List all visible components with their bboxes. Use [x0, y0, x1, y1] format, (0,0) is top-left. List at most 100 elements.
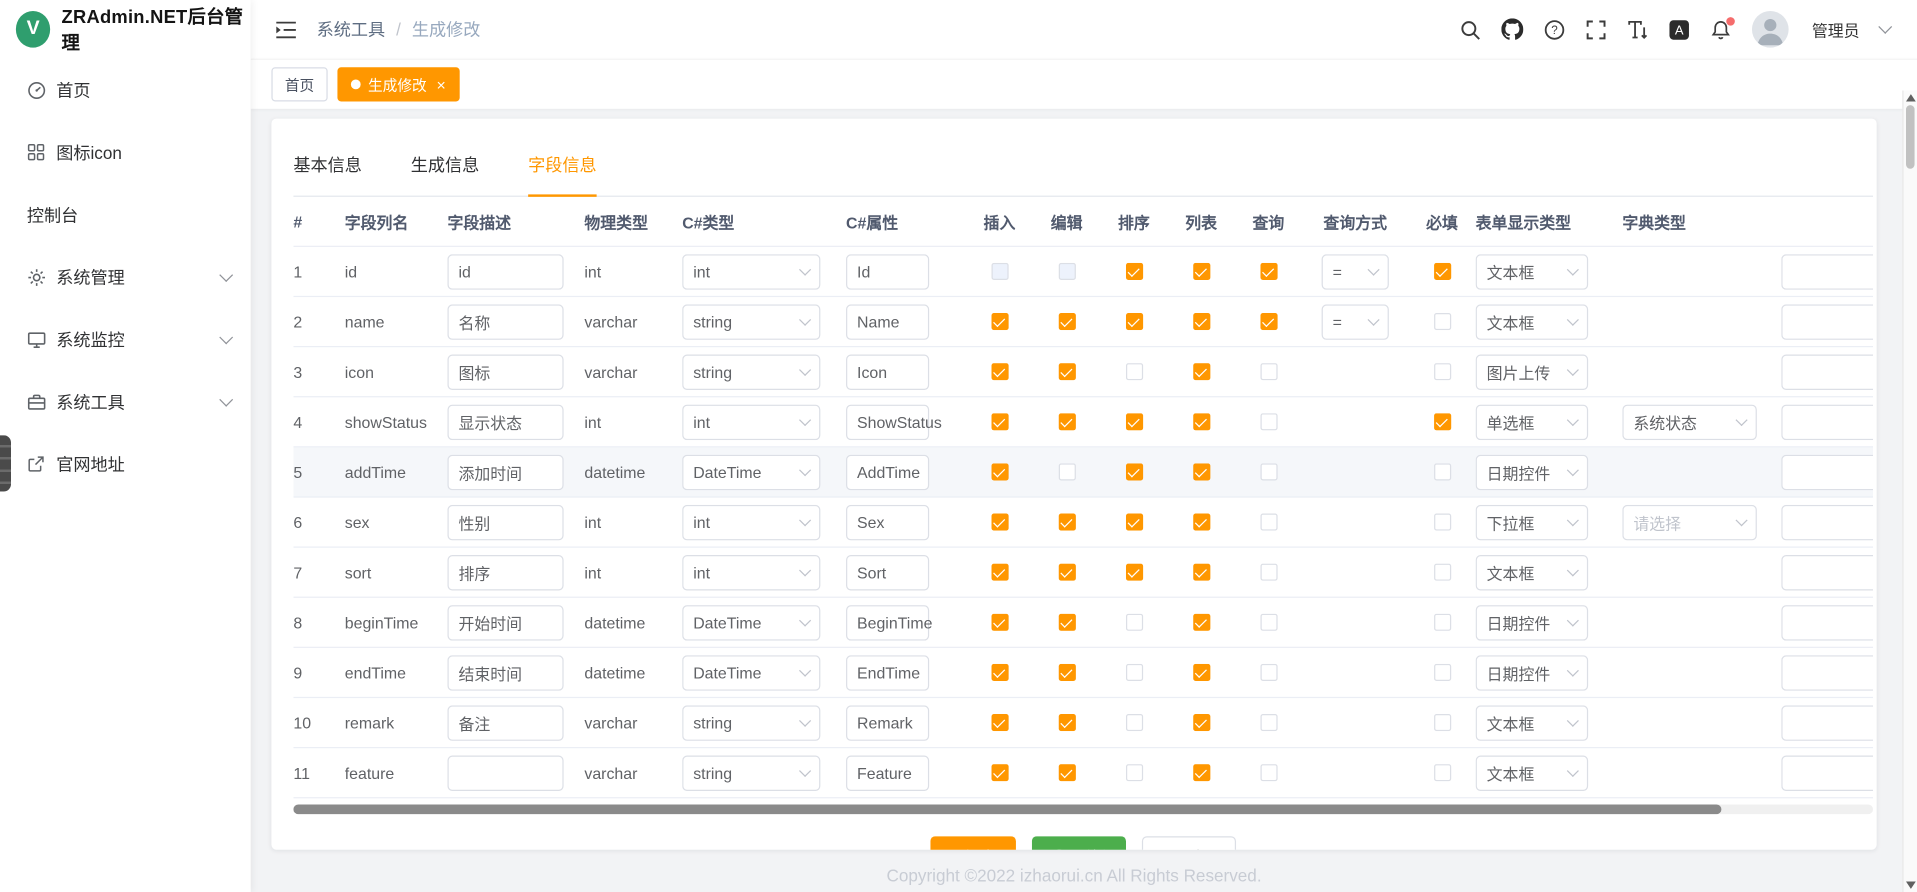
close-tag-icon[interactable]: ×	[436, 76, 445, 92]
display-type-select[interactable]: 日期控件	[1476, 605, 1588, 640]
refresh-button[interactable]: 刷新	[1032, 836, 1126, 849]
collapse-sidebar-icon[interactable]	[275, 20, 297, 38]
edit-checkbox[interactable]	[1058, 764, 1075, 781]
csharp-type-select[interactable]: int	[682, 404, 820, 439]
back-button[interactable]: 返回	[1142, 836, 1236, 849]
breadcrumb-item[interactable]: 系统工具	[317, 17, 385, 41]
csharp-type-select[interactable]: string	[682, 304, 820, 339]
list-checkbox[interactable]	[1193, 664, 1210, 681]
list-checkbox[interactable]	[1193, 313, 1210, 330]
overflow-input[interactable]	[1781, 705, 1873, 740]
query-method-select[interactable]: =	[1322, 304, 1389, 339]
insert-checkbox[interactable]	[991, 664, 1008, 681]
tag-generate-edit[interactable]: 生成修改 ×	[337, 67, 459, 101]
sidebar-item-system-manage[interactable]: 系统管理	[0, 246, 251, 308]
overflow-input[interactable]	[1781, 554, 1873, 589]
sort-checkbox[interactable]	[1125, 313, 1142, 330]
csharp-attribute-input[interactable]: Remark	[846, 705, 929, 740]
list-checkbox[interactable]	[1193, 463, 1210, 480]
query-checkbox[interactable]	[1260, 664, 1277, 681]
display-type-select[interactable]: 日期控件	[1476, 454, 1588, 489]
tag-home[interactable]: 首页	[271, 67, 327, 101]
sort-checkbox[interactable]	[1125, 463, 1142, 480]
display-type-select[interactable]: 文本框	[1476, 254, 1588, 289]
insert-checkbox[interactable]	[991, 614, 1008, 631]
list-checkbox[interactable]	[1193, 513, 1210, 530]
query-checkbox[interactable]	[1260, 263, 1277, 280]
bell-icon[interactable]	[1710, 19, 1731, 40]
required-checkbox[interactable]	[1433, 664, 1450, 681]
display-type-select[interactable]: 文本框	[1476, 755, 1588, 790]
overflow-input[interactable]	[1781, 454, 1873, 489]
edit-checkbox[interactable]	[1058, 413, 1075, 430]
display-type-select[interactable]: 文本框	[1476, 304, 1588, 339]
avatar[interactable]	[1752, 11, 1789, 48]
overflow-input[interactable]	[1781, 655, 1873, 690]
query-checkbox[interactable]	[1260, 564, 1277, 581]
field-description-input[interactable]: 添加时间	[447, 454, 563, 489]
csharp-type-select[interactable]: int	[682, 254, 820, 289]
insert-checkbox[interactable]	[991, 363, 1008, 380]
query-checkbox[interactable]	[1260, 313, 1277, 330]
display-type-select[interactable]: 日期控件	[1476, 655, 1588, 690]
query-checkbox[interactable]	[1260, 513, 1277, 530]
display-type-select[interactable]: 单选框	[1476, 404, 1588, 439]
tab-field-info[interactable]: 字段信息	[528, 145, 596, 196]
font-size-icon[interactable]	[1627, 19, 1648, 40]
sidebar-item-home[interactable]: 首页	[0, 59, 251, 121]
list-checkbox[interactable]	[1193, 764, 1210, 781]
field-description-input[interactable]: 结束时间	[447, 655, 563, 690]
sidebar-item-console[interactable]: 控制台	[0, 183, 251, 245]
list-checkbox[interactable]	[1193, 564, 1210, 581]
query-checkbox[interactable]	[1260, 714, 1277, 731]
csharp-attribute-input[interactable]: BeginTime	[846, 605, 929, 640]
display-type-select[interactable]: 文本框	[1476, 705, 1588, 740]
csharp-type-select[interactable]: string	[682, 755, 820, 790]
query-checkbox[interactable]	[1260, 463, 1277, 480]
sort-checkbox[interactable]	[1125, 513, 1142, 530]
sort-checkbox[interactable]	[1125, 614, 1142, 631]
field-description-input[interactable]	[447, 755, 563, 790]
insert-checkbox[interactable]	[991, 513, 1008, 530]
overflow-input[interactable]	[1781, 504, 1873, 539]
app-logo[interactable]: V ZRAdmin.NET后台管理	[0, 0, 251, 59]
sort-checkbox[interactable]	[1125, 413, 1142, 430]
sidebar-item-system-monitor[interactable]: 系统监控	[0, 308, 251, 370]
field-description-input[interactable]: id	[447, 254, 563, 289]
required-checkbox[interactable]	[1433, 363, 1450, 380]
help-icon[interactable]: ?	[1544, 19, 1565, 40]
chevron-down-icon[interactable]	[1878, 20, 1892, 34]
edit-checkbox[interactable]	[1058, 313, 1075, 330]
overflow-input[interactable]	[1781, 354, 1873, 389]
github-icon[interactable]	[1501, 18, 1523, 40]
csharp-type-select[interactable]: string	[682, 354, 820, 389]
search-icon[interactable]	[1460, 19, 1481, 40]
csharp-type-select[interactable]: int	[682, 504, 820, 539]
tab-generate-info[interactable]: 生成信息	[411, 145, 479, 195]
query-checkbox[interactable]	[1260, 413, 1277, 430]
display-type-select[interactable]: 文本框	[1476, 554, 1588, 589]
csharp-attribute-input[interactable]: Feature	[846, 755, 929, 790]
field-description-input[interactable]: 显示状态	[447, 404, 563, 439]
required-checkbox[interactable]	[1433, 764, 1450, 781]
sidebar-item-icons[interactable]: 图标icon	[0, 121, 251, 183]
csharp-type-select[interactable]: DateTime	[682, 605, 820, 640]
field-description-input[interactable]: 排序	[447, 554, 563, 589]
edit-checkbox[interactable]	[1058, 714, 1075, 731]
scroll-down-arrow[interactable]	[1905, 881, 1915, 888]
tab-basic-info[interactable]: 基本信息	[293, 145, 361, 195]
overflow-input[interactable]	[1781, 304, 1873, 339]
query-checkbox[interactable]	[1260, 614, 1277, 631]
layout-size-icon[interactable]: A	[1669, 19, 1690, 40]
sort-checkbox[interactable]	[1125, 764, 1142, 781]
list-checkbox[interactable]	[1193, 413, 1210, 430]
insert-checkbox[interactable]	[991, 764, 1008, 781]
required-checkbox[interactable]	[1433, 313, 1450, 330]
query-checkbox[interactable]	[1260, 764, 1277, 781]
field-description-input[interactable]: 名称	[447, 304, 563, 339]
field-description-input[interactable]: 备注	[447, 705, 563, 740]
user-name[interactable]: 管理员	[1812, 18, 1860, 41]
required-checkbox[interactable]	[1433, 614, 1450, 631]
dict-type-select[interactable]: 系统状态	[1622, 404, 1756, 439]
sidebar-item-system-tools[interactable]: 系统工具	[0, 370, 251, 432]
